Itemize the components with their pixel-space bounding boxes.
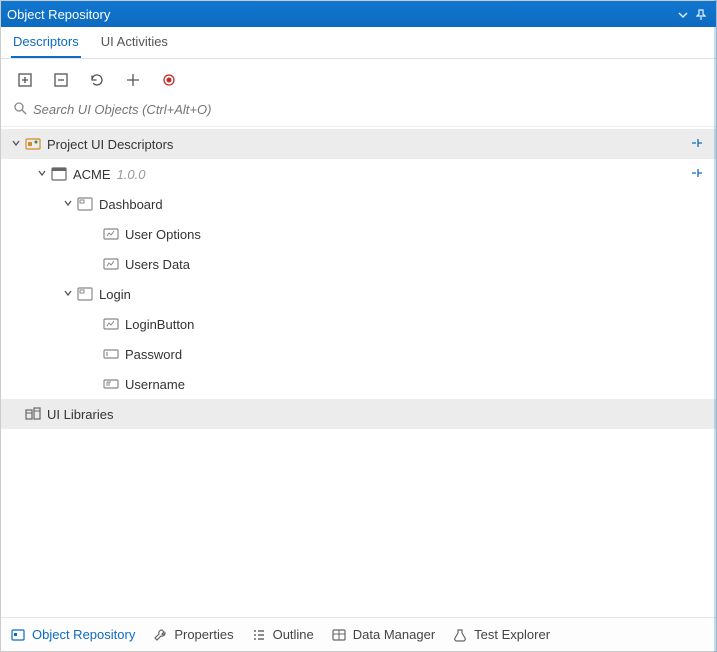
tree-node-label: Users Data [125, 257, 708, 272]
add-button[interactable] [123, 70, 143, 90]
tree-node-label: User Options [125, 227, 708, 242]
element-icon [101, 258, 121, 270]
data-manager-icon [332, 629, 348, 641]
highlight-icon[interactable] [690, 136, 708, 153]
search-icon [13, 101, 27, 118]
toolbar [1, 59, 716, 99]
tree-node-label: UI Libraries [47, 407, 708, 422]
screen-icon [75, 197, 95, 211]
chevron-down-icon[interactable] [35, 168, 49, 181]
test-explorer-icon [453, 628, 469, 642]
bottom-tab-outline[interactable]: Outline [252, 627, 314, 642]
tree-node-label: Project UI Descriptors [47, 137, 690, 152]
top-tabs: Descriptors UI Activities [1, 27, 716, 59]
panel-title: Object Repository [7, 7, 674, 22]
tree-node-ui-libraries[interactable]: UI Libraries [1, 399, 716, 429]
bottom-tab-label: Data Manager [353, 627, 435, 642]
expand-all-button[interactable] [15, 70, 35, 90]
input-element-icon [101, 348, 121, 360]
tree-node-acme[interactable]: ACME1.0.0 [1, 159, 716, 189]
tree-node-label: Password [125, 347, 708, 362]
object-repository-panel: Object Repository Descriptors UI Activit… [0, 0, 717, 652]
element-icon [101, 318, 121, 330]
tree-node-login[interactable]: Login [1, 279, 716, 309]
highlight-icon[interactable] [690, 166, 708, 183]
tree-node-dashboard[interactable]: Dashboard [1, 189, 716, 219]
tree-node-username[interactable]: Username [1, 369, 716, 399]
tree-node-label: Dashboard [99, 197, 708, 212]
text-element-icon [101, 378, 121, 390]
tree-node-password[interactable]: Password [1, 339, 716, 369]
chevron-down-icon[interactable] [9, 138, 23, 151]
tab-ui-activities[interactable]: UI Activities [99, 28, 170, 58]
bottom-tab-properties[interactable]: Properties [153, 627, 233, 642]
tree-node-login-button[interactable]: LoginButton [1, 309, 716, 339]
application-icon [49, 167, 69, 181]
pin-icon[interactable] [692, 7, 710, 22]
search-row [1, 99, 716, 127]
tree-node-label: ACME1.0.0 [73, 167, 690, 182]
bottom-tab-label: Properties [174, 627, 233, 642]
bottom-tab-object-repository[interactable]: Object Repository [11, 627, 135, 642]
collapse-all-button[interactable] [51, 70, 71, 90]
library-icon [23, 407, 43, 421]
outline-icon [252, 629, 268, 641]
tree-view: Project UI Descriptors ACME1.0.0 [1, 127, 716, 617]
chevron-down-icon[interactable] [61, 288, 75, 301]
record-button[interactable] [159, 70, 179, 90]
bottom-tab-label: Outline [273, 627, 314, 642]
bottom-tabs: Object Repository Properties Outline Dat… [1, 617, 716, 651]
screen-icon [75, 287, 95, 301]
object-repository-icon [11, 629, 27, 641]
tree-node-project-descriptors[interactable]: Project UI Descriptors [1, 129, 716, 159]
chevron-down-icon[interactable] [61, 198, 75, 211]
tree-node-label: Login [99, 287, 708, 302]
tree-node-user-options[interactable]: User Options [1, 219, 716, 249]
wrench-icon [153, 628, 169, 642]
tree-node-users-data[interactable]: Users Data [1, 249, 716, 279]
tab-descriptors[interactable]: Descriptors [11, 28, 81, 58]
tree-node-label: Username [125, 377, 708, 392]
element-icon [101, 228, 121, 240]
bottom-tab-test-explorer[interactable]: Test Explorer [453, 627, 550, 642]
bottom-tab-label: Test Explorer [474, 627, 550, 642]
tree-node-label: LoginButton [125, 317, 708, 332]
bottom-tab-data-manager[interactable]: Data Manager [332, 627, 435, 642]
titlebar: Object Repository [1, 1, 716, 27]
refresh-button[interactable] [87, 70, 107, 90]
bottom-tab-label: Object Repository [32, 627, 135, 642]
search-input[interactable] [33, 102, 704, 117]
dropdown-icon[interactable] [674, 7, 692, 22]
project-descriptors-icon [23, 137, 43, 151]
